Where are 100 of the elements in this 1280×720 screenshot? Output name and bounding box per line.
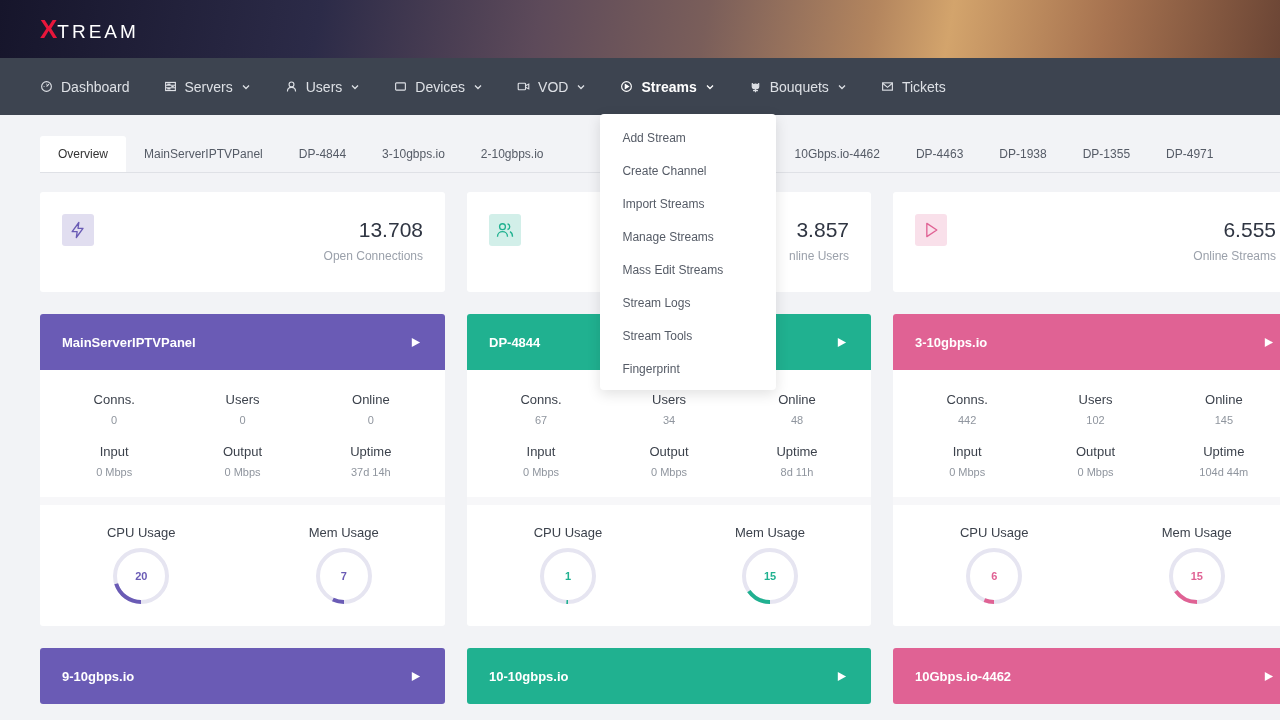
metric-value: 442 [958,414,977,426]
play-icon[interactable] [836,336,847,348]
tab[interactable]: DP-4844 [280,136,365,172]
menu-item[interactable]: Stream Logs [600,286,777,320]
metric-value: 0 Mbps [224,466,261,478]
usage-value: 7 [340,570,347,582]
server-name: 10Gbps.io-4462 [915,668,1012,684]
metric-label: Conns. [946,392,988,407]
usage-label: Mem Usage [1161,525,1232,540]
tab[interactable]: 2-10gbps.io [462,136,562,172]
menu-item[interactable]: Mass Edit Streams [600,253,777,287]
metric-label: Online [1205,392,1243,407]
metric-value: 8d 11h [780,466,814,478]
nav-item[interactable]: VOD [517,78,587,95]
user-icon [284,80,298,93]
play-icon[interactable] [1263,670,1274,682]
metric-value: 34 [662,414,676,426]
nav-item[interactable]: Streams [620,78,715,95]
metric-value: 0 [239,414,246,426]
menu-item[interactable]: Manage Streams [600,220,777,254]
metric-label: Uptime [776,444,818,459]
metric-value: 0 [111,414,118,426]
stat-value: 6.555 [1223,218,1276,242]
stat-label: Open Connections [323,249,423,263]
metric-value: 0 [367,414,374,426]
play-icon[interactable] [410,670,421,682]
metric-value: 145 [1214,414,1233,426]
metric-label: Conns. [93,392,135,407]
tab[interactable]: DP-1938 [981,136,1065,172]
menu-item[interactable]: Create Channel [600,154,777,188]
stat-value: 3.857 [796,218,849,242]
usage-value: 6 [991,570,998,582]
stat-label: nline Users [788,249,849,263]
usage-label: CPU Usage [533,525,603,540]
metric-value: 0 Mbps [650,466,688,478]
server-name: 3-10gbps.io [915,334,988,350]
metric-value: 67 [534,414,548,426]
server-name: 10-10gbps.io [489,668,569,684]
tab[interactable]: Overview [40,136,126,172]
tab[interactable]: 3-10gbps.io [364,136,463,172]
metric-label: Output [222,444,262,459]
menu-item[interactable]: Import Streams [600,187,777,221]
metric-label: Online [352,392,390,407]
play-icon [620,80,634,93]
server-name: MainServerIPTVPanel [62,334,196,350]
metric-label: Uptime [1203,444,1245,459]
nav-item[interactable]: Tickets [880,78,946,95]
menu-item[interactable]: Add Stream [600,121,777,155]
tablet-icon [394,80,408,93]
metric-label: Output [649,444,689,459]
menu-item[interactable]: Stream Tools [600,319,777,353]
nav-item[interactable]: Users [284,78,361,95]
metric-value: 0 Mbps [949,466,986,478]
tab[interactable]: DP-1355 [1064,136,1149,172]
metric-value: 0 Mbps [96,466,133,478]
server-name: 9-10gbps.io [62,668,135,684]
usage-label: CPU Usage [959,525,1029,540]
metric-value: 0 Mbps [522,466,560,478]
metric-label: Users [652,392,686,407]
metric-label: Conns. [520,392,562,407]
nav-item[interactable]: Devices [394,78,484,95]
server-icon [163,80,177,93]
metric-value: 104d 44m [1199,466,1249,478]
usage-value: 15 [1190,570,1203,582]
usage-label: Mem Usage [734,525,806,540]
metric-label: Users [225,392,260,407]
nav-item[interactable]: Bouquets [748,78,847,95]
usage-value: 15 [763,570,777,582]
stat-label: Online Streams [1193,249,1276,263]
play-icon[interactable] [1263,336,1274,348]
tab[interactable]: DP-4971 [1148,136,1232,172]
usage-value: 1 [564,570,572,582]
logo[interactable]: XTREAM [40,13,139,45]
metric-value: 48 [790,414,804,426]
camera-icon [517,80,531,93]
stat-value: 13.708 [358,218,423,242]
envelope-icon [880,80,894,93]
metric-label: Input [99,444,129,459]
usage-label: CPU Usage [106,525,176,540]
tab[interactable]: DP-4463 [897,136,982,172]
play-icon[interactable] [836,670,847,682]
metric-value: 0 Mbps [1077,466,1114,478]
metric-label: Input [526,444,556,459]
usage-label: Mem Usage [308,525,379,540]
metric-label: Users [1078,392,1113,407]
usage-value: 20 [135,570,148,582]
metric-label: Input [952,444,982,459]
metric-value: 102 [1086,414,1105,426]
menu-item[interactable]: Fingerprint [600,352,777,386]
nav-item[interactable]: Dashboard [40,78,130,95]
metric-label: Online [778,392,816,407]
tab[interactable]: 10Gbps.io-4462 [776,136,898,172]
metric-label: Uptime [350,444,392,459]
play-icon[interactable] [410,336,421,348]
metric-label: Output [1075,444,1115,459]
metric-value: 37d 14h [350,466,391,478]
server-name: DP-4844 [489,334,541,350]
tab[interactable]: MainServerIPTVPanel [126,136,281,172]
nav-item[interactable]: Servers [163,78,251,95]
gauge-icon [40,80,53,93]
